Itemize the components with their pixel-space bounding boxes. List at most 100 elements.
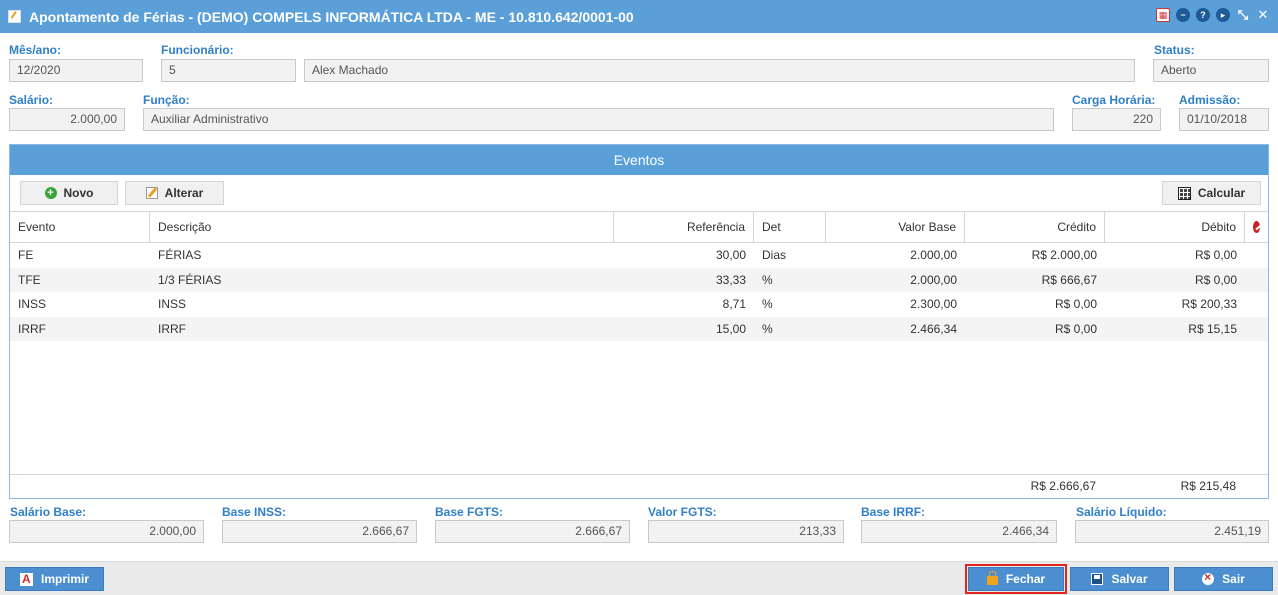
admissao-field[interactable]: 01/10/2018 [1179, 108, 1269, 131]
novo-button[interactable]: + Novo [20, 181, 118, 205]
base-inss-field: 2.666,67 [222, 520, 417, 543]
carga-horaria-label: Carga Horária: [1072, 93, 1156, 107]
cell-descricao: INSS [158, 297, 187, 312]
cell-debito: R$ 0,00 [1194, 248, 1237, 263]
cell-credito: R$ 0,00 [1054, 321, 1097, 336]
fechar-label: Fechar [1005, 572, 1046, 586]
col-referencia[interactable]: Referência [614, 212, 754, 242]
delete-icon[interactable] [1253, 221, 1260, 233]
grid-header: Evento Descrição Referência Det Valor Ba… [10, 211, 1268, 243]
delete-column[interactable] [1245, 212, 1268, 242]
calcular-label: Calcular [1197, 186, 1246, 200]
salvar-label: Salvar [1111, 572, 1148, 586]
eventos-grid: Evento Descrição Referência Det Valor Ba… [10, 211, 1268, 341]
cell-valor-base: 2.300,00 [910, 297, 957, 312]
table-row[interactable]: INSS INSS 8,71 % 2.300,00 R$ 0,00 R$ 200… [10, 292, 1268, 317]
table-row[interactable]: TFE 1/3 FÉRIAS 33,33 % 2.000,00 R$ 666,6… [10, 267, 1268, 292]
table-row[interactable]: IRRF IRRF 15,00 % 2.466,34 R$ 0,00 R$ 15… [10, 316, 1268, 341]
cell-referencia: 15,00 [715, 321, 746, 336]
calculator-icon [1177, 186, 1191, 200]
funcao-label: Função: [143, 93, 190, 107]
cell-debito: R$ 15,15 [1188, 321, 1237, 336]
calendar-icon[interactable]: ▦ [1156, 8, 1170, 22]
col-det[interactable]: Det [754, 212, 826, 242]
salvar-button[interactable]: Salvar [1070, 567, 1169, 591]
table-row[interactable]: FE FÉRIAS 30,00 Dias 2.000,00 R$ 2.000,0… [10, 243, 1268, 268]
cell-descricao: IRRF [158, 321, 186, 336]
window-controls: ▦ − ? ▸ ⤡ ✕ [1156, 7, 1270, 22]
minus-circle-icon[interactable]: − [1176, 8, 1190, 22]
salario-label: Salário: [9, 93, 54, 107]
eventos-title: Eventos [10, 145, 1268, 175]
salario-liquido-field: 2.451,19 [1075, 520, 1269, 543]
window-titlebar: Apontamento de Férias - (DEMO) COMPELS I… [0, 0, 1278, 33]
carga-horaria-field[interactable]: 220 [1072, 108, 1161, 131]
cell-credito: R$ 2.000,00 [1031, 248, 1097, 263]
help-icon[interactable]: ? [1196, 8, 1210, 22]
play-icon[interactable]: ▸ [1216, 8, 1230, 22]
pdf-icon [19, 572, 33, 586]
eventos-panel: Eventos + Novo Alterar Calcular Evento D… [9, 144, 1269, 499]
cell-det: Dias [762, 248, 787, 263]
totals-row: R$ 2.666,67 R$ 215,48 [10, 474, 1268, 499]
funcionario-label: Funcionário: [161, 43, 234, 57]
mes-ano-field[interactable]: 12/2020 [9, 59, 143, 82]
salario-field[interactable]: 2.000,00 [9, 108, 125, 131]
cell-debito: R$ 200,33 [1181, 297, 1237, 312]
cell-det: % [762, 297, 773, 312]
window-title: Apontamento de Férias - (DEMO) COMPELS I… [29, 8, 634, 25]
cell-credito: R$ 666,67 [1041, 272, 1097, 287]
alterar-label: Alterar [164, 186, 204, 200]
valor-fgts-label: Valor FGTS: [648, 505, 717, 519]
status-field: Aberto [1153, 59, 1269, 82]
cell-evento: TFE [18, 272, 41, 287]
mes-ano-label: Mês/ano: [9, 43, 62, 57]
funcao-field[interactable]: Auxiliar Administrativo [143, 108, 1054, 131]
col-valor-base[interactable]: Valor Base [826, 212, 965, 242]
base-irrf-field: 2.466,34 [861, 520, 1057, 543]
salario-base-label: Salário Base: [10, 505, 87, 519]
edit-icon [8, 10, 21, 23]
cell-descricao: 1/3 FÉRIAS [158, 272, 222, 287]
base-fgts-field: 2.666,67 [435, 520, 630, 543]
funcionario-name-field[interactable]: Alex Machado [304, 59, 1135, 82]
funcionario-code-field[interactable]: 5 [161, 59, 296, 82]
cell-referencia: 33,33 [715, 272, 746, 287]
total-debito: R$ 215,48 [1180, 479, 1236, 493]
lock-icon [986, 571, 998, 585]
cell-descricao: FÉRIAS [158, 248, 202, 263]
imprimir-button[interactable]: Imprimir [5, 567, 104, 591]
collapse-icon[interactable]: ⤡ [1236, 7, 1250, 22]
action-bar: Imprimir Fechar Salvar Sair [0, 561, 1278, 595]
eventos-toolbar: + Novo Alterar Calcular [10, 175, 1268, 211]
novo-label: Novo [63, 186, 94, 200]
alterar-button[interactable]: Alterar [125, 181, 224, 205]
base-fgts-label: Base FGTS: [435, 505, 504, 519]
status-label: Status: [1154, 43, 1195, 57]
cell-det: % [762, 272, 773, 287]
cell-evento: INSS [18, 297, 47, 312]
cell-det: % [762, 321, 773, 336]
exit-icon [1202, 570, 1215, 585]
calcular-button[interactable]: Calcular [1162, 181, 1261, 205]
cell-referencia: 30,00 [715, 248, 746, 263]
base-inss-label: Base INSS: [222, 505, 287, 519]
total-credito: R$ 2.666,67 [1030, 479, 1096, 493]
base-irrf-label: Base IRRF: [861, 505, 926, 519]
imprimir-label: Imprimir [40, 572, 89, 586]
cell-valor-base: 2.000,00 [910, 272, 957, 287]
sair-label: Sair [1222, 572, 1245, 586]
admissao-label: Admissão: [1179, 93, 1241, 107]
fechar-button[interactable]: Fechar [965, 564, 1067, 594]
pencil-icon [145, 187, 158, 199]
close-icon[interactable]: ✕ [1256, 7, 1270, 22]
cell-valor-base: 2.466,34 [910, 321, 957, 336]
save-icon [1091, 573, 1104, 585]
col-debito[interactable]: Débito [1105, 212, 1245, 242]
col-descricao[interactable]: Descrição [150, 212, 614, 242]
cell-valor-base: 2.000,00 [910, 248, 957, 263]
sair-button[interactable]: Sair [1174, 567, 1273, 591]
col-credito[interactable]: Crédito [965, 212, 1105, 242]
cell-evento: IRRF [18, 321, 46, 336]
col-evento[interactable]: Evento [10, 212, 150, 242]
